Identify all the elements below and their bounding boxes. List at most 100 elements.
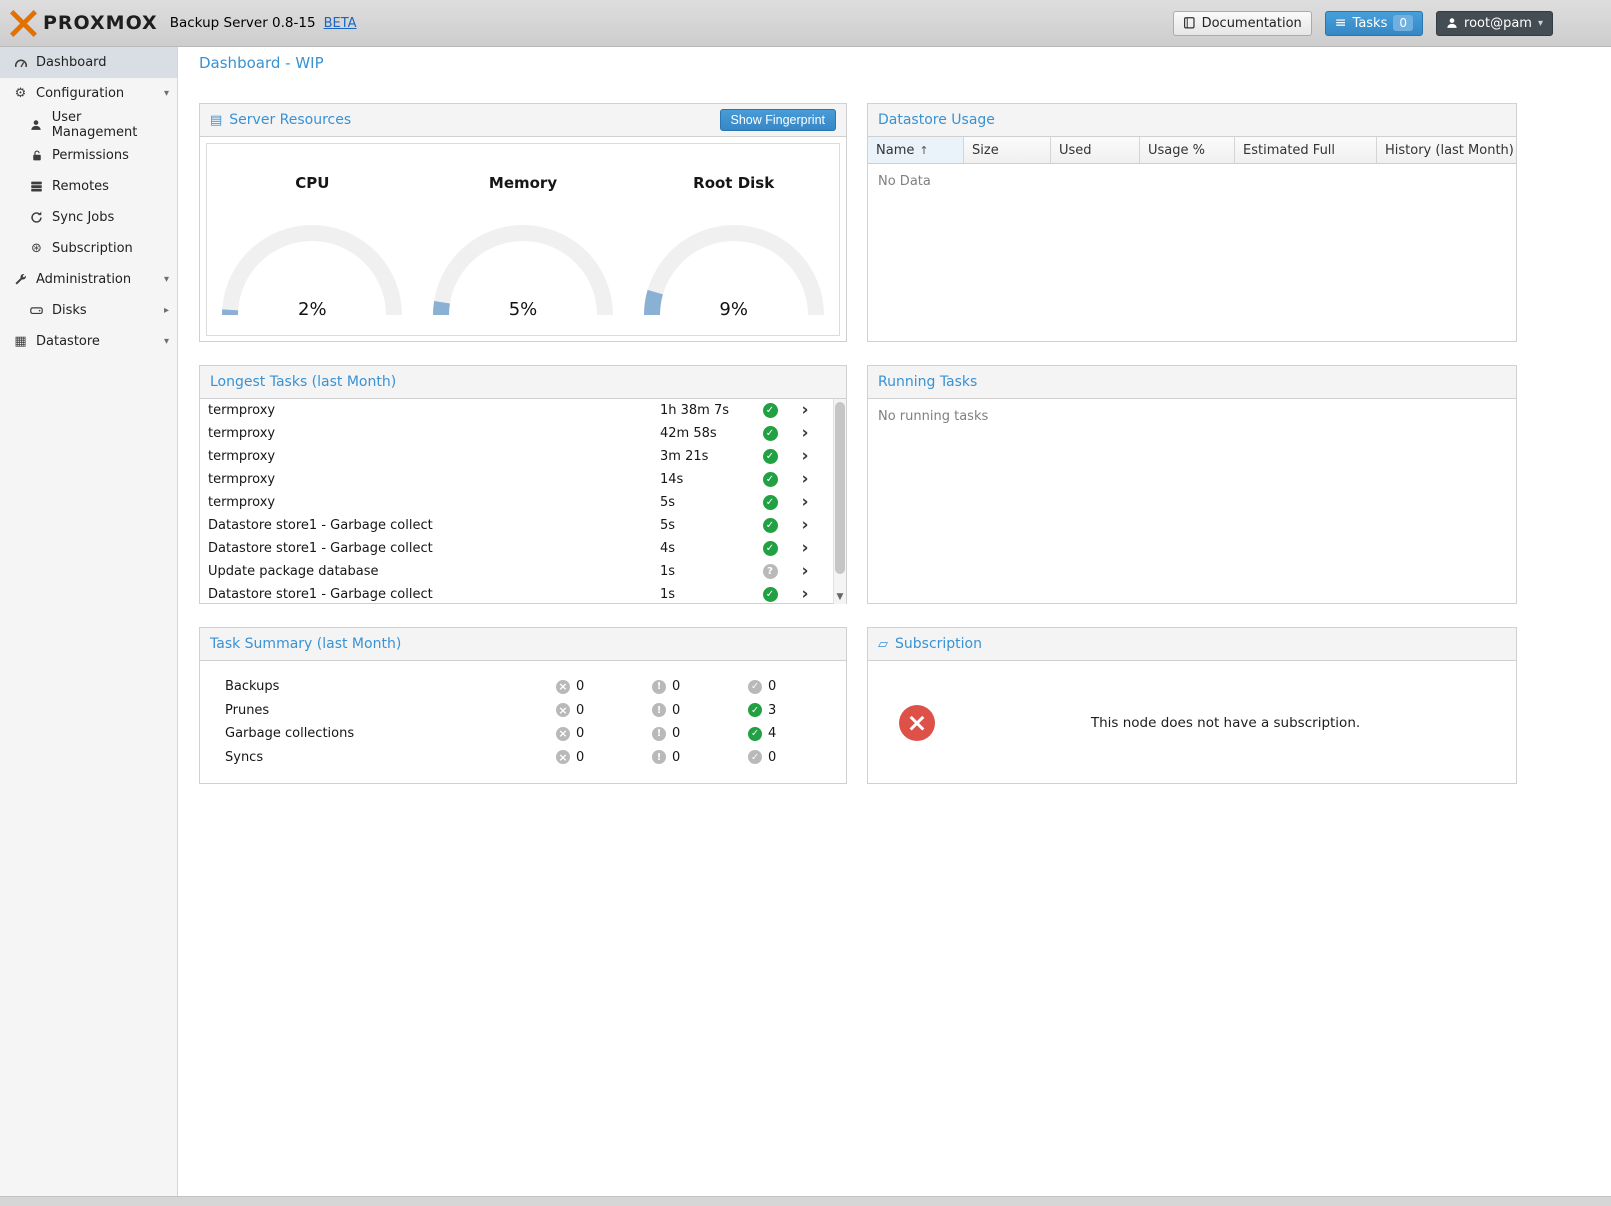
column-header-used[interactable]: Used bbox=[1051, 137, 1140, 163]
brand-wordmark: PROXMOX bbox=[43, 12, 158, 34]
subscription-message: This node does not have a subscription. bbox=[935, 715, 1516, 731]
sidebar-item-datastore[interactable]: ▦ Datastore ▾ bbox=[0, 326, 177, 357]
documentation-label: Documentation bbox=[1202, 16, 1302, 31]
ok-circle-icon bbox=[748, 680, 762, 694]
ticket-icon: ▱ bbox=[878, 637, 888, 652]
summary-row: Prunes 0 0 3 bbox=[200, 699, 846, 723]
server-resources-panel: ▤ Server Resources Show Fingerprint CPU bbox=[199, 103, 847, 342]
task-row[interactable]: termproxy 3m 21s › bbox=[200, 445, 846, 468]
chevron-right-icon[interactable]: › bbox=[785, 448, 825, 465]
scroll-down-icon[interactable]: ▼ bbox=[834, 590, 846, 604]
ok-circle-icon bbox=[748, 750, 762, 764]
chevron-right-icon[interactable]: › bbox=[785, 517, 825, 534]
error-circle-icon bbox=[556, 750, 570, 764]
sidebar-item-configuration[interactable]: ⚙ Configuration ▾ bbox=[0, 78, 177, 109]
server-icon bbox=[28, 180, 45, 193]
task-summary-panel: Task Summary (last Month) Backups 0 0 0 … bbox=[199, 627, 847, 784]
bottom-edge-strip bbox=[0, 1196, 1611, 1206]
longest-tasks-title: Longest Tasks (last Month) bbox=[210, 374, 396, 390]
task-row[interactable]: Datastore store1 - Garbage collect 5s › bbox=[200, 514, 846, 537]
sidebar-item-remotes[interactable]: Remotes bbox=[0, 171, 177, 202]
column-header-usage-pct[interactable]: Usage % bbox=[1140, 137, 1235, 163]
root-disk-gauge: Root Disk 9% bbox=[628, 144, 839, 335]
top-bar: PROXMOX Backup Server 0.8-15 BETA Docume… bbox=[0, 0, 1611, 47]
page-title: Dashboard - WIP bbox=[199, 54, 324, 72]
task-row[interactable]: Datastore store1 - Garbage collect 1s › bbox=[200, 583, 846, 604]
datastore-icon: ▦ bbox=[12, 334, 29, 349]
task-row[interactable]: termproxy 14s › bbox=[200, 468, 846, 491]
summary-row: Syncs 0 0 0 bbox=[200, 746, 846, 770]
longest-tasks-list: termproxy 1h 38m 7s › termproxy 42m 58s … bbox=[200, 399, 846, 604]
user-menu-button[interactable]: root@pam ▾ bbox=[1436, 11, 1553, 36]
sidebar-item-label: User Management bbox=[52, 110, 169, 140]
beta-link[interactable]: BETA bbox=[324, 16, 357, 31]
documentation-button[interactable]: Documentation bbox=[1173, 11, 1312, 36]
column-header-size[interactable]: Size bbox=[964, 137, 1051, 163]
show-fingerprint-button[interactable]: Show Fingerprint bbox=[720, 109, 837, 131]
running-tasks-panel: Running Tasks No running tasks bbox=[867, 365, 1517, 604]
task-row[interactable]: termproxy 42m 58s › bbox=[200, 422, 846, 445]
datastore-usage-empty-text: No Data bbox=[868, 164, 1516, 199]
chevron-right-icon[interactable]: ▸ bbox=[164, 305, 169, 316]
ok-circle-icon bbox=[748, 703, 762, 717]
support-icon: ⊛ bbox=[28, 241, 45, 256]
chevron-down-icon[interactable]: ▾ bbox=[164, 336, 169, 347]
sidebar-item-dashboard[interactable]: Dashboard bbox=[0, 47, 177, 78]
hdd-icon bbox=[28, 304, 45, 317]
refresh-icon bbox=[28, 211, 45, 224]
chevron-right-icon[interactable]: › bbox=[785, 471, 825, 488]
dashboard-icon bbox=[12, 56, 29, 70]
sidebar-item-label: Subscription bbox=[52, 241, 133, 256]
task-row[interactable]: Datastore store1 - Garbage collect 4s › bbox=[200, 537, 846, 560]
column-header-estimated-full[interactable]: Estimated Full bbox=[1235, 137, 1377, 163]
chevron-down-icon[interactable]: ▾ bbox=[164, 88, 169, 99]
sidebar-item-label: Permissions bbox=[52, 148, 129, 163]
datastore-usage-panel: Datastore Usage Name ↑ Size Used Usage %… bbox=[867, 103, 1517, 342]
running-tasks-empty-text: No running tasks bbox=[868, 399, 1516, 434]
chevron-down-icon[interactable]: ▾ bbox=[164, 274, 169, 285]
task-row[interactable]: termproxy 5s › bbox=[200, 491, 846, 514]
task-status-icon bbox=[763, 518, 778, 533]
task-summary-title: Task Summary (last Month) bbox=[210, 636, 401, 652]
task-status-icon bbox=[763, 541, 778, 556]
chevron-right-icon[interactable]: › bbox=[785, 540, 825, 557]
tasks-button[interactable]: ≡ Tasks 0 bbox=[1325, 11, 1423, 36]
scrollbar[interactable]: ▼ bbox=[833, 399, 846, 604]
sidebar-item-label: Configuration bbox=[36, 86, 124, 101]
scrollbar-thumb[interactable] bbox=[835, 402, 845, 574]
server-resources-icon: ▤ bbox=[210, 113, 222, 128]
sort-ascending-icon: ↑ bbox=[919, 144, 928, 157]
sidebar-item-label: Datastore bbox=[36, 334, 100, 349]
sidebar: Dashboard ⚙ Configuration ▾ User Managem… bbox=[0, 47, 178, 1206]
sidebar-item-sync-jobs[interactable]: Sync Jobs bbox=[0, 202, 177, 233]
task-status-icon bbox=[763, 472, 778, 487]
book-icon bbox=[1183, 16, 1196, 30]
gauges-container: CPU 2% Memory bbox=[206, 143, 840, 336]
task-status-icon bbox=[763, 426, 778, 441]
task-status-icon bbox=[763, 587, 778, 602]
task-row[interactable]: Update package database 1s › bbox=[200, 560, 846, 583]
chevron-right-icon[interactable]: › bbox=[785, 494, 825, 511]
server-resources-title: Server Resources bbox=[229, 112, 351, 128]
sidebar-item-permissions[interactable]: Permissions bbox=[0, 140, 177, 171]
sidebar-item-subscription[interactable]: ⊛ Subscription bbox=[0, 233, 177, 264]
sidebar-item-disks[interactable]: Disks ▸ bbox=[0, 295, 177, 326]
column-header-name[interactable]: Name ↑ bbox=[868, 137, 964, 163]
task-status-icon bbox=[763, 564, 778, 579]
tasks-label: Tasks bbox=[1353, 16, 1388, 31]
proxmox-x-icon bbox=[10, 10, 37, 37]
proxmox-logo: PROXMOX bbox=[10, 10, 158, 37]
chevron-right-icon[interactable]: › bbox=[785, 586, 825, 603]
gauge-value: 9% bbox=[639, 299, 829, 320]
sidebar-item-user-management[interactable]: User Management bbox=[0, 109, 177, 140]
chevron-right-icon[interactable]: › bbox=[785, 425, 825, 442]
task-row[interactable]: termproxy 1h 38m 7s › bbox=[200, 399, 846, 422]
summary-row: Backups 0 0 0 bbox=[200, 675, 846, 699]
sidebar-item-administration[interactable]: Administration ▾ bbox=[0, 264, 177, 295]
no-subscription-icon: × bbox=[899, 705, 935, 741]
warning-circle-icon bbox=[652, 703, 666, 717]
column-header-history[interactable]: History (last Month) bbox=[1377, 137, 1516, 163]
page-title-bar: Dashboard - WIP bbox=[178, 47, 1611, 78]
chevron-right-icon[interactable]: › bbox=[785, 402, 825, 419]
chevron-right-icon[interactable]: › bbox=[785, 563, 825, 580]
